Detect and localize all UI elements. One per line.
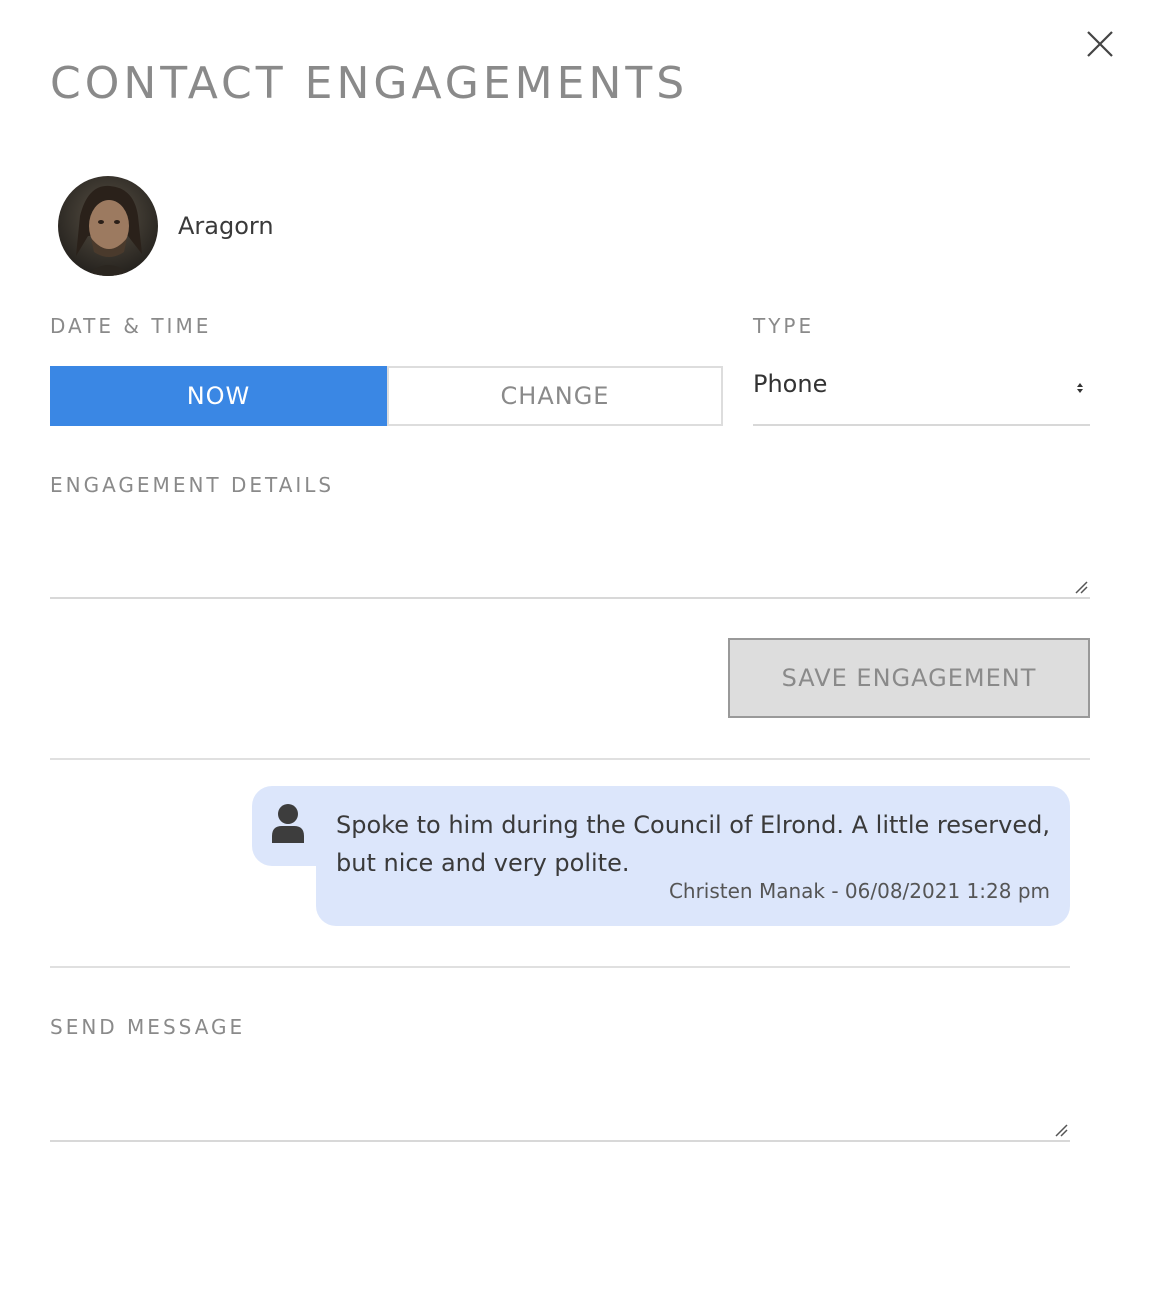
send-message-label: SEND MESSAGE	[50, 1015, 246, 1039]
divider	[50, 758, 1090, 760]
close-icon	[1084, 28, 1116, 60]
type-selected-value: Phone	[753, 370, 828, 398]
save-engagement-button[interactable]: SAVE ENGAGEMENT	[728, 638, 1090, 718]
send-message-textarea[interactable]	[50, 1050, 1070, 1142]
contact-header: Aragorn	[58, 176, 274, 276]
resize-grip-icon[interactable]	[1074, 580, 1088, 594]
message-author-time: Christen Manak - 06/08/2021 1:28 pm	[668, 879, 1050, 903]
engagement-details-textarea[interactable]	[50, 508, 1090, 599]
user-icon	[270, 803, 306, 843]
date-time-label: DATE & TIME	[50, 314, 212, 338]
engagement-details-label: ENGAGEMENT DETAILS	[50, 473, 335, 497]
message-text: Spoke to him during the Council of Elron…	[336, 811, 1050, 877]
type-label: TYPE	[753, 314, 815, 338]
select-arrows-icon	[1076, 382, 1084, 394]
resize-grip-icon[interactable]	[1054, 1123, 1068, 1137]
change-button[interactable]: CHANGE	[387, 366, 723, 426]
contact-name: Aragorn	[178, 212, 274, 240]
now-button[interactable]: NOW	[50, 366, 387, 426]
avatar	[58, 176, 158, 276]
close-button[interactable]	[1084, 28, 1116, 60]
divider	[50, 966, 1070, 968]
type-select[interactable]: Phone	[753, 362, 1090, 426]
modal-title: CONTACT ENGAGEMENTS	[50, 58, 689, 109]
